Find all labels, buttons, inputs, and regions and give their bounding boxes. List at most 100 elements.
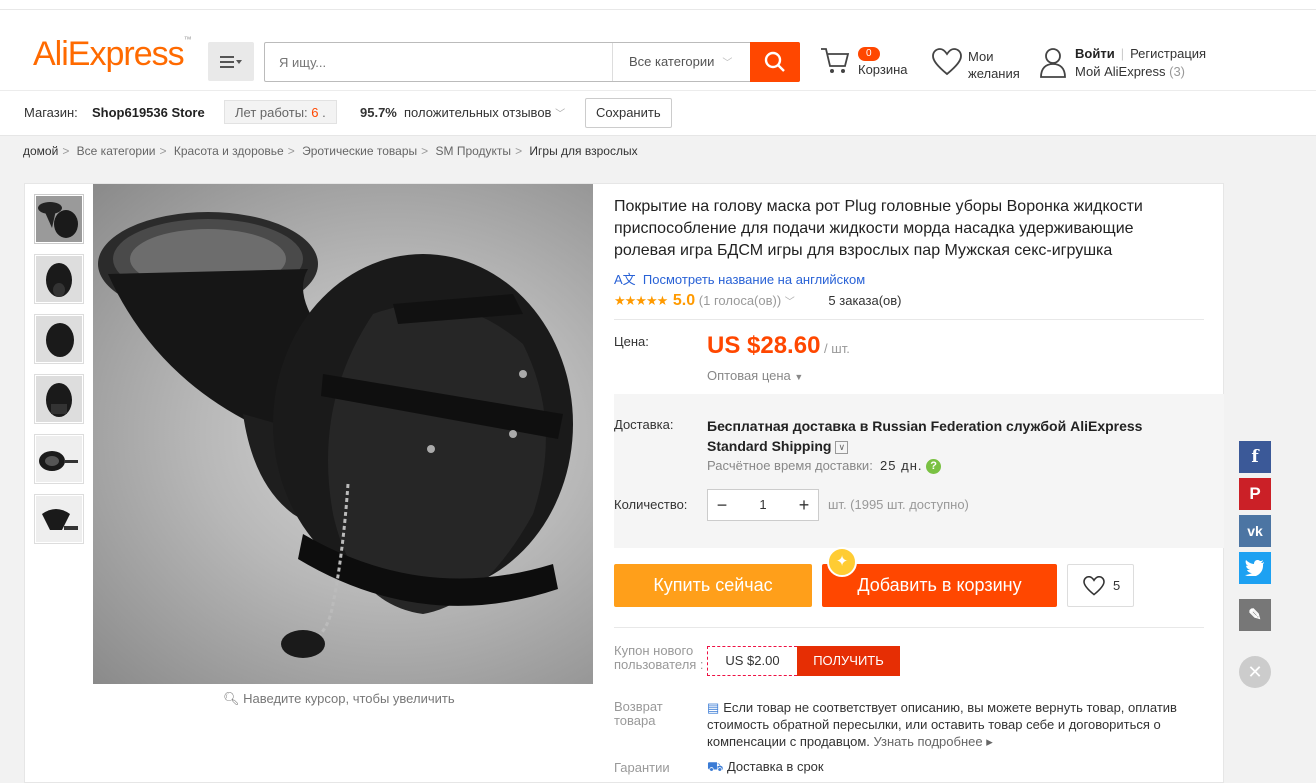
return-label: Возврат товара (614, 699, 663, 728)
thumbnail-4[interactable] (34, 374, 84, 424)
thumbnail-1[interactable] (34, 194, 84, 244)
cart-count-badge: 0 (858, 47, 880, 61)
breadcrumb-current[interactable]: Игры для взрослых (529, 144, 637, 158)
product-thumbnail-image (36, 256, 82, 302)
search-input[interactable] (265, 43, 611, 81)
breadcrumb-sm[interactable]: SM Продукты (436, 144, 512, 158)
caret-down-icon: ▼ (794, 372, 804, 382)
learn-more-link[interactable]: Узнать подробнее ▸ (874, 734, 993, 749)
price-value: US $28.60 (707, 332, 821, 359)
register-link[interactable]: Регистрация (1130, 46, 1206, 61)
cart-icon (821, 48, 850, 73)
search-bar: Все категории﹀ (264, 42, 800, 82)
cart-link[interactable]: 0 Корзина (820, 46, 908, 79)
rating-stars: ★★★★★ (614, 293, 668, 308)
store-label: Магазин: (24, 105, 78, 120)
translate-title-link[interactable]: A文 Посмотреть название на английском (614, 269, 865, 288)
quantity-label: Количество: (614, 497, 688, 512)
feedback-button[interactable]: ✎ (1239, 599, 1271, 631)
coupon-label: Купон нового пользователя : (614, 643, 704, 672)
wishlist-label-1: Мои (968, 49, 994, 64)
orders-count: 5 заказа(ов) (828, 293, 902, 308)
breadcrumb-home[interactable]: домой (23, 144, 58, 158)
cart-label: Корзина (858, 62, 908, 77)
buy-now-button[interactable]: Купить сейчас (614, 564, 812, 607)
breadcrumb-erotic[interactable]: Эротические товары (302, 144, 417, 158)
store-bar: Магазин: Shop619536 Store Лет работы: 6 … (0, 90, 1316, 136)
signin-link[interactable]: Войти (1075, 46, 1115, 61)
quantity-input[interactable]: 1 (736, 490, 790, 520)
delivery-icon: ⛟ (707, 759, 724, 774)
site-header: AliExpress™ Все категории﹀ 0 Корзина Мои… (0, 10, 1316, 90)
thumbnail-5[interactable] (34, 434, 84, 484)
thumbnail-list (34, 194, 84, 554)
hamburger-icon (220, 55, 242, 68)
my-aliexpress-link[interactable]: Мой AliExpress (1075, 64, 1166, 79)
quantity-decrease-button[interactable]: − (708, 490, 736, 520)
aliexpress-logo[interactable]: AliExpress™ (33, 35, 192, 74)
store-name-link[interactable]: Shop619536 Store (92, 91, 205, 135)
rating-votes-link[interactable]: (1 голоса(ов)) (699, 293, 781, 308)
shipping-method[interactable]: Бесплатная доставка в Russian Federation… (707, 416, 1207, 456)
wholesale-price-toggle[interactable]: Оптовая цена ▼ (707, 368, 803, 383)
rating-score: 5.0 (672, 292, 696, 309)
quantity-increase-button[interactable]: + (790, 490, 818, 520)
main-product-image[interactable] (93, 184, 593, 684)
sparkle-icon: ✦ (827, 547, 857, 577)
help-icon[interactable]: ? (926, 459, 942, 475)
quantity-available: шт. (1995 шт. доступно) (828, 497, 969, 512)
heart-icon (1083, 576, 1105, 596)
facebook-share-button[interactable]: f (1239, 441, 1271, 473)
magnifier-icon: 🔍︎ (223, 691, 240, 706)
product-photo-mask-funnel (98, 212, 573, 658)
product-thumbnail-image (36, 376, 82, 422)
account-area: Войти | Регистрация Мой AliExpress (3) (1040, 46, 1206, 81)
facebook-icon: f (1251, 447, 1259, 467)
search-button[interactable] (750, 42, 800, 82)
thumbnail-3[interactable] (34, 314, 84, 364)
pinterest-share-button[interactable]: P (1239, 478, 1271, 510)
product-panel: 🔍︎ Наведите курсор, чтобы увеличить Покр… (24, 183, 1224, 783)
breadcrumb-beauty[interactable]: Красота и здоровье (174, 144, 284, 158)
twitter-share-button[interactable] (1239, 552, 1271, 584)
return-icon: ▤ (707, 700, 720, 715)
search-icon (764, 51, 785, 72)
search-category-select[interactable]: Все категории ﹀ (612, 43, 750, 81)
edit-icon: ✎ (1248, 607, 1262, 624)
thumbnail-2[interactable] (34, 254, 84, 304)
chevron-down-icon: ﹀ (784, 297, 795, 308)
product-title: Покрытие на голову маска рот Plug головн… (614, 198, 1143, 259)
chevron-down-icon: ﹀ (722, 58, 733, 69)
category-menu-button[interactable] (208, 42, 254, 81)
close-social-button[interactable]: ✕ (1239, 656, 1271, 688)
wishlist-link[interactable]: Мои желания (932, 48, 1020, 81)
breadcrumb: домой > Все категории > Красота и здоровье… (23, 144, 638, 158)
translate-icon: A文 (614, 272, 636, 287)
rating-row: ★★★★★ 5.0 (1 голоса(ов)) ﹀ 5 заказа(ов) (614, 292, 902, 310)
store-feedback-percent: 95.7% (360, 105, 397, 120)
wishlist-count: 5 (1113, 578, 1121, 593)
heart-icon (932, 48, 962, 76)
my-aliexpress-count: (3) (1169, 64, 1186, 79)
breadcrumb-all-categories[interactable]: Все категории (77, 144, 156, 158)
product-thumbnail-image (36, 496, 82, 542)
get-coupon-button[interactable]: ПОЛУЧИТЬ (797, 646, 900, 676)
top-strip (0, 0, 1316, 10)
price-label: Цена: (614, 334, 649, 349)
product-thumbnail-image (36, 196, 82, 242)
save-store-button[interactable]: Сохранить (585, 98, 672, 128)
vk-icon: vk (1247, 523, 1263, 539)
store-feedback-label[interactable]: положительных отзывов ﹀ (404, 91, 565, 137)
wishlist-label-2: желания (968, 66, 1020, 81)
price-unit: / шт. (824, 341, 850, 356)
product-thumbnail-image (36, 436, 82, 482)
divider (614, 319, 1204, 320)
thumbnail-6[interactable] (34, 494, 84, 544)
add-to-wishlist-button[interactable]: 5 (1067, 564, 1134, 607)
price: US $28.60 / шт. (707, 332, 850, 360)
add-to-cart-button[interactable]: Добавить в корзину (822, 564, 1057, 607)
twitter-icon (1245, 560, 1264, 576)
separator: | (1120, 46, 1125, 61)
pinterest-icon: P (1249, 484, 1261, 503)
vk-share-button[interactable]: vk (1239, 515, 1271, 547)
